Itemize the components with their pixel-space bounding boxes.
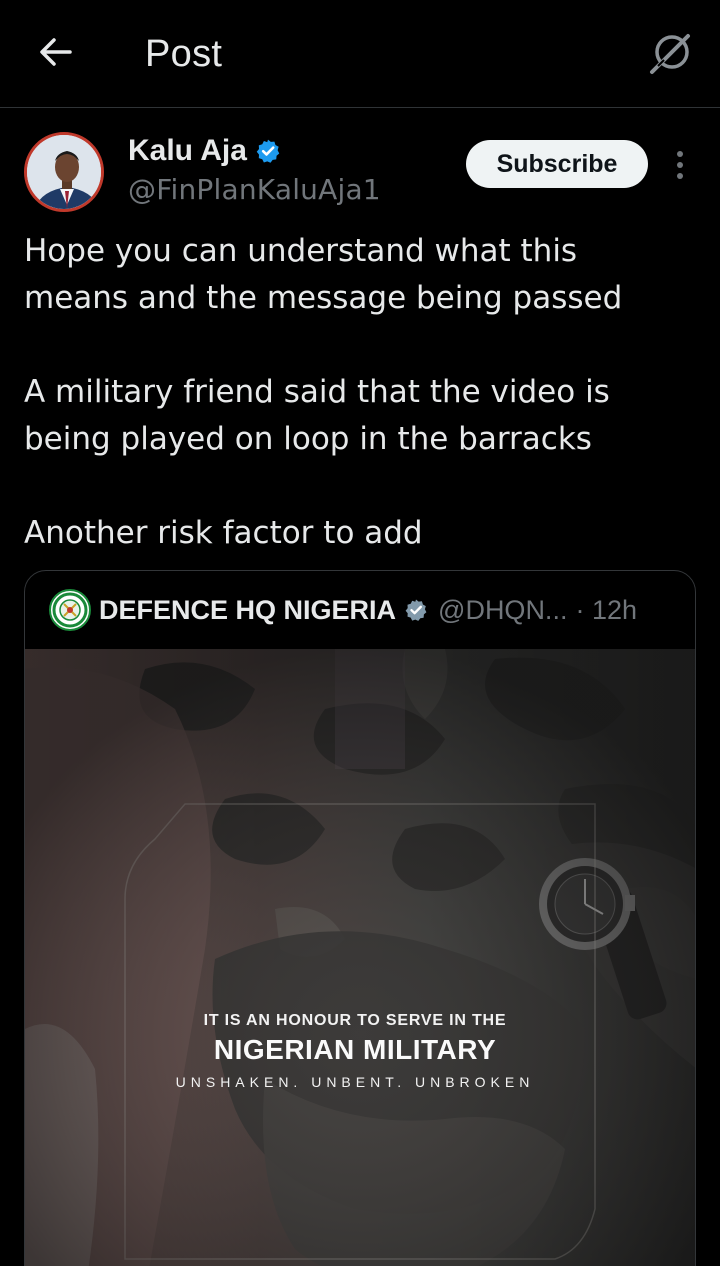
quoted-post-header: DEFENCE HQ NIGERIA @DHQN... · 12h [25,571,695,649]
quoted-post-time: · 12h [575,594,637,625]
quoted-post-image[interactable]: IT IS AN HONOUR TO SERVE IN THE NIGERIAN… [25,649,695,1266]
tweet-text: Hope you can understand what this means … [24,233,623,551]
author-name-row[interactable]: Kalu Aja [128,134,281,168]
page-title: Post [145,33,223,75]
subscribe-button[interactable]: Subscribe [466,140,648,188]
quoted-author-name: DEFENCE HQ NIGERIA [99,594,397,625]
author-handle[interactable]: @FinPlanKaluAja1 [128,173,381,206]
verified-badge-icon [256,139,280,163]
top-bar: Post [0,0,720,108]
military-poster-image [25,649,695,1266]
quoted-post[interactable]: DEFENCE HQ NIGERIA @DHQN... · 12h IT IS … [24,570,696,1266]
avatar-image [27,135,101,209]
poster-line-3: UNSHAKEN. UNBENT. UNBROKEN [175,1074,535,1090]
poster-line-2: NIGERIAN MILITARY [213,1034,497,1065]
arrow-left-icon[interactable] [34,30,78,74]
author-name[interactable]: Kalu Aja [128,134,247,168]
quoted-author-handle: @DHQN... [438,594,568,625]
poster-line-1: IT IS AN HONOUR TO SERVE IN THE [203,1012,507,1029]
defence-hq-logo-icon [49,589,91,631]
avatar[interactable] [24,132,104,212]
grok-icon[interactable] [648,30,694,76]
more-options-icon[interactable] [668,148,692,182]
verified-gray-badge-icon [405,599,427,621]
